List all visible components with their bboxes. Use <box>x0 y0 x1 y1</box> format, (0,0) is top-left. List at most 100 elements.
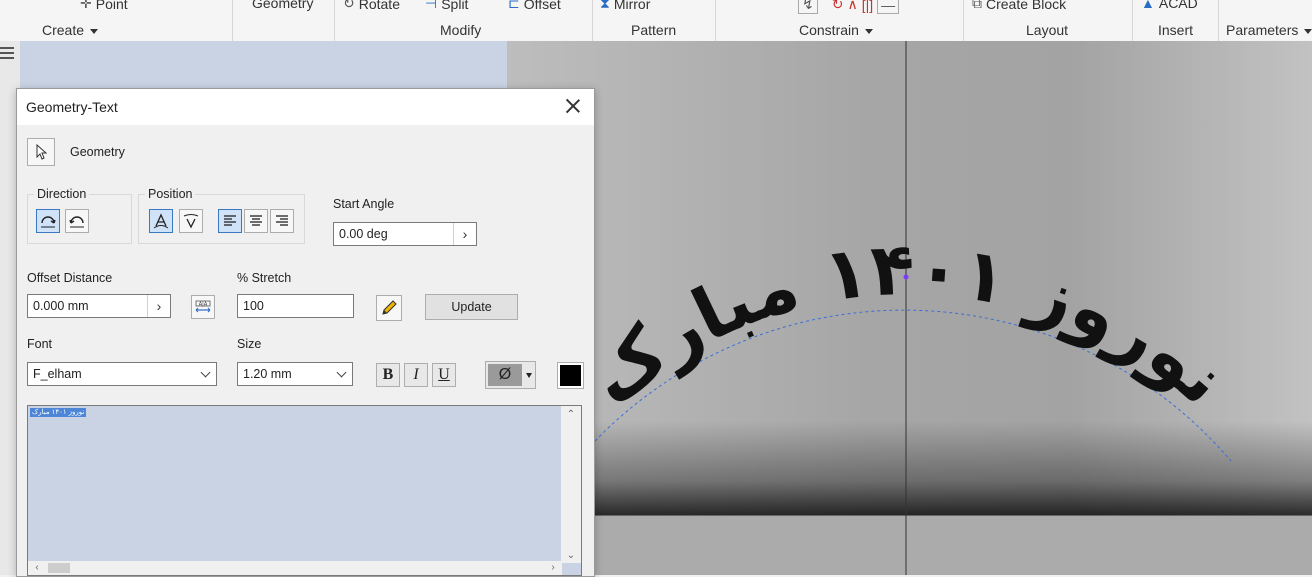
mirror-tool[interactable]: ⧗ Mirror <box>600 0 650 12</box>
direction-clockwise-button[interactable] <box>36 209 60 233</box>
modify-panel-label: Modify <box>440 22 482 38</box>
scroll-left-icon[interactable]: ‹ <box>32 563 42 573</box>
split-label: Split <box>441 0 469 12</box>
fit-text-icon: A|A <box>195 300 211 313</box>
bold-button[interactable]: B <box>376 363 400 387</box>
size-label: Size <box>237 337 262 351</box>
parameters-panel-dropdown[interactable]: Parameters <box>1226 22 1312 38</box>
ribbon-separator <box>232 0 233 41</box>
chevron-down-icon[interactable] <box>198 366 212 382</box>
offset-distance-value[interactable] <box>33 299 145 313</box>
scroll-down-icon[interactable]: ⌄ <box>566 551 576 561</box>
mirror-label: Mirror <box>613 0 651 12</box>
text-edit-area[interactable]: نوروز ۱۴۰۱ مبارک ⌃ ⌄ ‹ › <box>27 405 582 576</box>
offset-distance-input[interactable]: › <box>27 294 171 318</box>
parameters-panel-label: Parameters <box>1226 22 1299 38</box>
split-tool[interactable]: ⊣ Split <box>425 0 468 12</box>
mirror-icon: ⧗ <box>600 0 610 11</box>
start-angle-label: Start Angle <box>333 197 395 211</box>
offset-distance-arrow-icon[interactable]: › <box>147 295 170 317</box>
stretch-label: % Stretch <box>237 271 292 285</box>
svg-text:A|A: A|A <box>199 302 208 308</box>
create-block-icon: ⧉ <box>972 0 982 11</box>
stretch-value[interactable] <box>243 299 348 313</box>
hamburger-menu-icon[interactable] <box>0 47 14 62</box>
direction-counterclockwise-button[interactable] <box>65 209 89 233</box>
symbol-button[interactable]: Ø <box>488 364 522 386</box>
ribbon-separator <box>1218 0 1219 41</box>
constraint-tools: ↯ ↻ ⊼ [|] — <box>798 0 900 14</box>
horizontal-constraint-icon[interactable]: — <box>877 0 900 14</box>
tangent-constraint-icon[interactable]: ↻ <box>832 0 844 13</box>
edit-text-button[interactable] <box>376 295 402 321</box>
create-panel-dropdown[interactable]: Create <box>42 22 99 38</box>
font-value[interactable] <box>33 367 191 381</box>
scroll-thumb[interactable] <box>48 563 70 573</box>
chevron-down-icon <box>90 28 99 34</box>
geometry-label: Geometry <box>70 145 125 159</box>
align-right-icon <box>276 215 288 226</box>
arc-text[interactable]: نوروز ۱۴۰۱ مبارک <box>573 227 1243 422</box>
rotate-tool[interactable]: ↻ Rotate <box>343 0 400 12</box>
position-inside-button[interactable] <box>179 209 203 233</box>
stretch-input[interactable] <box>237 294 354 318</box>
symbol-dropdown[interactable]: Ø <box>485 361 536 389</box>
split-icon: ⊣ <box>425 0 438 11</box>
chevron-down-icon[interactable] <box>334 366 348 382</box>
chevron-down-icon <box>864 28 873 34</box>
size-select[interactable] <box>237 362 353 386</box>
clockwise-arrow-icon <box>41 216 56 228</box>
pattern-panel-label: Pattern <box>631 22 677 38</box>
start-angle-input[interactable]: › <box>333 222 477 246</box>
offset-distance-label: Offset Distance <box>27 271 113 285</box>
perpendicular-constraint-icon[interactable]: ⊼ <box>847 0 857 13</box>
rotate-icon: ↻ <box>343 0 355 11</box>
point-tool[interactable]: ✛ Point <box>80 0 128 12</box>
align-left-button[interactable] <box>218 209 242 233</box>
acad-tool[interactable]: ▲ ACAD <box>1141 0 1198 11</box>
text-inside-arc-icon <box>183 214 199 229</box>
graphics-canvas[interactable]: نوروز ۱۴۰۱ مبارک <box>507 41 1312 575</box>
scroll-right-icon[interactable]: › <box>548 563 558 573</box>
align-center-icon <box>250 215 262 226</box>
select-geometry-button[interactable] <box>27 138 55 166</box>
text-color-button[interactable] <box>557 362 584 389</box>
close-icon[interactable] <box>564 97 582 115</box>
pencil-icon <box>382 300 397 315</box>
insert-panel-label: Insert <box>1158 22 1194 38</box>
text-outside-arc-icon <box>153 213 169 229</box>
color-swatch <box>560 365 581 386</box>
align-center-button[interactable] <box>244 209 268 233</box>
dialog-titlebar[interactable]: Geometry-Text <box>17 89 594 125</box>
font-label: Font <box>27 337 53 351</box>
vertical-scrollbar[interactable]: ⌃ ⌄ <box>561 406 581 563</box>
italic-button[interactable]: I <box>404 363 428 387</box>
underline-button[interactable]: U <box>432 363 456 387</box>
chevron-down-icon <box>1304 28 1312 34</box>
coincident-constraint-icon[interactable]: ↯ <box>798 0 818 14</box>
start-angle-value[interactable] <box>339 227 451 241</box>
constrain-panel-dropdown[interactable]: Constrain <box>799 22 873 38</box>
offset-label: Offset <box>523 0 561 12</box>
position-outside-button[interactable] <box>149 209 173 233</box>
update-button[interactable]: Update <box>425 294 518 320</box>
fit-text-button[interactable]: A|A <box>191 295 215 319</box>
selected-text[interactable]: نوروز ۱۴۰۱ مبارک <box>30 408 87 417</box>
offset-tool[interactable]: ⊏ Offset <box>508 0 561 12</box>
cursor-arrow-icon <box>36 144 48 160</box>
dropdown-arrow-icon[interactable] <box>526 373 532 378</box>
rotate-label: Rotate <box>358 0 400 12</box>
size-value[interactable] <box>243 367 327 381</box>
acad-label: ACAD <box>1158 0 1198 11</box>
scroll-up-icon[interactable]: ⌃ <box>566 410 576 420</box>
align-right-button[interactable] <box>270 209 294 233</box>
start-angle-arrow-icon[interactable]: › <box>453 223 476 245</box>
parallel-constraint-icon[interactable]: [|] <box>862 0 873 13</box>
horizontal-scrollbar[interactable]: ‹ › <box>28 561 562 575</box>
sketch-svg: نوروز ۱۴۰۱ مبارک <box>573 41 1243 575</box>
geometry-tool[interactable]: Geometry <box>252 0 313 11</box>
create-block-tool[interactable]: ⧉ Create Block <box>972 0 1066 12</box>
font-select[interactable] <box>27 362 217 386</box>
ribbon-separator <box>334 0 335 41</box>
create-panel-label: Create <box>42 22 85 38</box>
